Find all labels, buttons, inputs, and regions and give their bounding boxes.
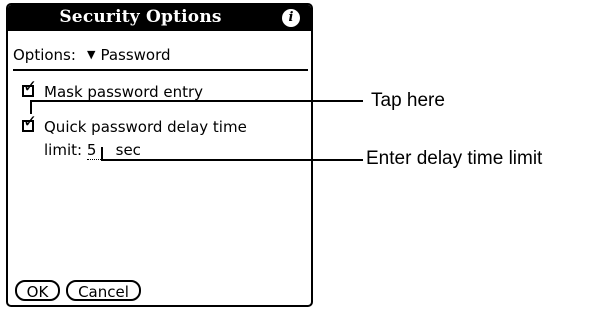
callout-tap-here: Tap here — [371, 90, 445, 111]
delay-limit-input[interactable]: 5 — [86, 142, 111, 160]
quick-password-label: Quick password delay time — [44, 118, 247, 136]
info-icon[interactable]: i — [282, 9, 300, 27]
quick-password-checkbox[interactable]: ✓ — [22, 114, 37, 132]
limit-unit: sec — [115, 141, 141, 159]
callout-enter-delay: Enter delay time limit — [366, 148, 543, 169]
ok-button[interactable]: OK — [15, 280, 60, 301]
mask-password-checkbox[interactable]: ✓ — [22, 79, 37, 97]
divider — [13, 69, 308, 71]
dialog-title: Security Options — [59, 7, 222, 27]
title-bar: Security Options i — [8, 5, 311, 31]
callout-leader-delay — [101, 159, 363, 161]
callout-leader-tap — [30, 100, 32, 114]
limit-label: limit: — [44, 141, 83, 159]
checkmark-icon: ✓ — [23, 77, 38, 97]
options-selected-value: Password — [100, 46, 171, 64]
options-row: Options: ▼ Password — [13, 46, 308, 71]
options-dropdown[interactable]: ▼ Password — [87, 46, 171, 64]
cancel-button[interactable]: Cancel — [66, 280, 141, 301]
options-label: Options: — [13, 46, 76, 64]
security-options-dialog: Security Options i Options: ▼ Password ✓ … — [6, 3, 313, 307]
dropdown-arrow-icon: ▼ — [87, 48, 96, 61]
checkmark-icon: ✓ — [23, 112, 38, 132]
callout-leader-tap — [30, 100, 363, 102]
mask-password-label: Mask password entry — [44, 83, 204, 101]
delay-limit-row: limit: 5 sec — [44, 141, 141, 160]
